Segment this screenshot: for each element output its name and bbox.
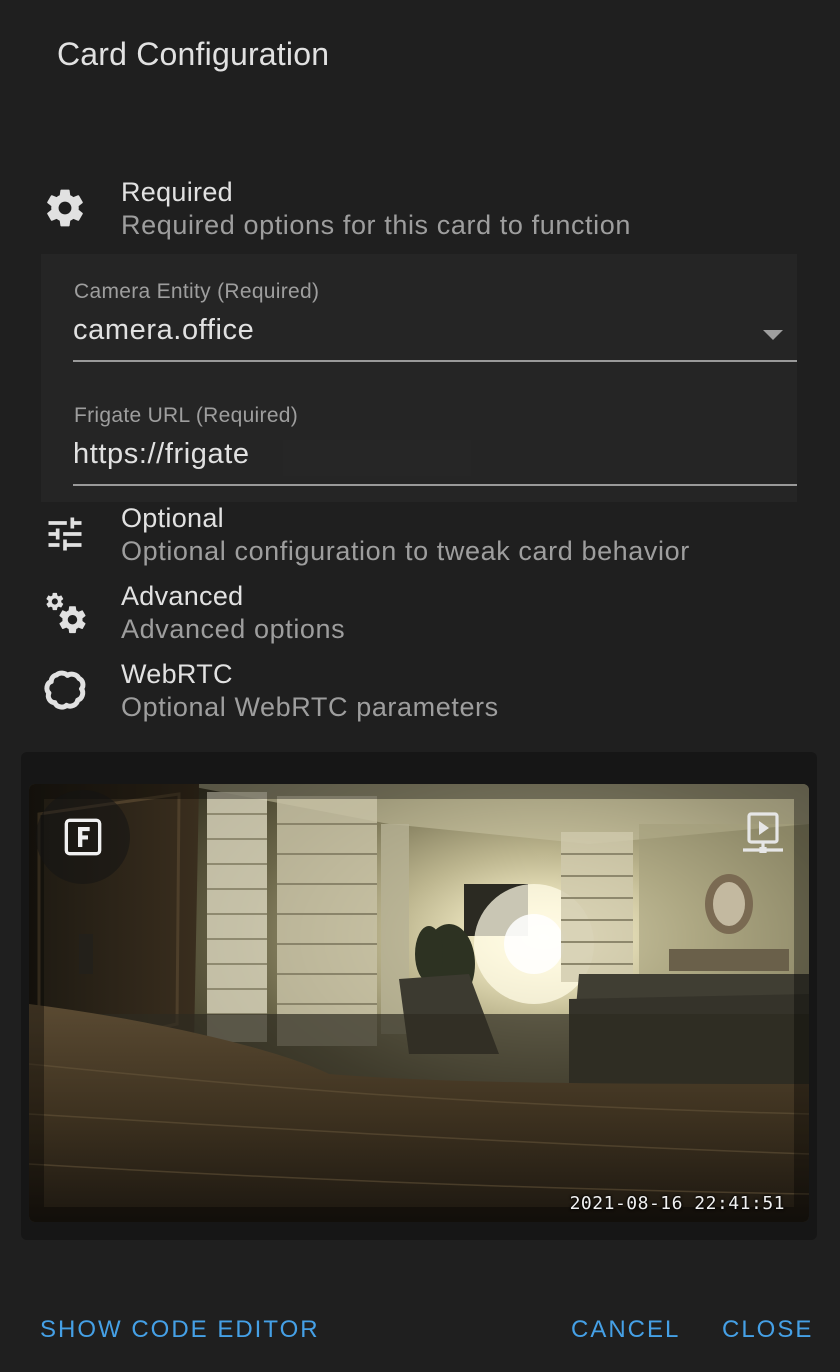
card-configuration-dialog: Card Configuration Required Required opt… xyxy=(0,0,840,1372)
section-optional[interactable]: Optional Optional configuration to tweak… xyxy=(0,503,840,573)
gear-icon xyxy=(40,183,90,233)
redacted-url-region xyxy=(283,440,471,476)
camera-live-view[interactable]: 2021-08-16 22:41:51 xyxy=(29,784,809,1222)
section-optional-subtitle: Optional configuration to tweak card beh… xyxy=(121,536,690,566)
tune-icon xyxy=(40,509,90,559)
show-code-editor-button[interactable]: SHOW CODE EDITOR xyxy=(40,1316,320,1344)
live-view-icon xyxy=(743,812,783,853)
camera-entity-label: Camera Entity (Required) xyxy=(74,280,320,303)
frigate-f-icon xyxy=(64,818,102,856)
frigate-url-field[interactable]: Frigate URL (Required) https://frigate xyxy=(73,378,797,486)
section-required-title: Required xyxy=(121,177,233,207)
section-advanced-subtitle: Advanced options xyxy=(121,614,346,644)
camera-entity-value[interactable]: camera.office xyxy=(73,314,713,347)
section-webrtc-subtitle: Optional WebRTC parameters xyxy=(121,692,499,722)
section-optional-title: Optional xyxy=(121,503,224,533)
section-webrtc[interactable]: WebRTC Optional WebRTC parameters xyxy=(0,659,840,729)
section-webrtc-title: WebRTC xyxy=(121,659,233,689)
section-required[interactable]: Required Required options for this card … xyxy=(0,177,840,247)
cancel-button[interactable]: CANCEL xyxy=(571,1316,680,1344)
section-advanced-title: Advanced xyxy=(121,581,244,611)
frigate-url-label: Frigate URL (Required) xyxy=(74,404,299,427)
dialog-title: Card Configuration xyxy=(57,36,330,72)
camera-frame-image xyxy=(29,784,809,1222)
required-options-panel: Camera Entity (Required) camera.office F… xyxy=(41,254,797,502)
webrtc-icon xyxy=(40,665,90,715)
frigate-url-underline xyxy=(73,484,797,486)
section-advanced[interactable]: Advanced Advanced options xyxy=(0,581,840,651)
camera-timestamp: 2021-08-16 22:41:51 xyxy=(569,1193,785,1214)
camera-entity-underline xyxy=(73,360,797,362)
cogs-icon xyxy=(40,587,90,637)
frigate-button[interactable] xyxy=(36,790,130,884)
close-button[interactable]: CLOSE xyxy=(722,1316,813,1344)
live-view-button[interactable] xyxy=(739,810,787,858)
dropdown-arrow-icon[interactable] xyxy=(763,330,783,340)
card-preview: 2021-08-16 22:41:51 xyxy=(21,752,817,1240)
camera-entity-field[interactable]: Camera Entity (Required) camera.office xyxy=(73,254,797,362)
section-required-subtitle: Required options for this card to functi… xyxy=(121,210,631,240)
